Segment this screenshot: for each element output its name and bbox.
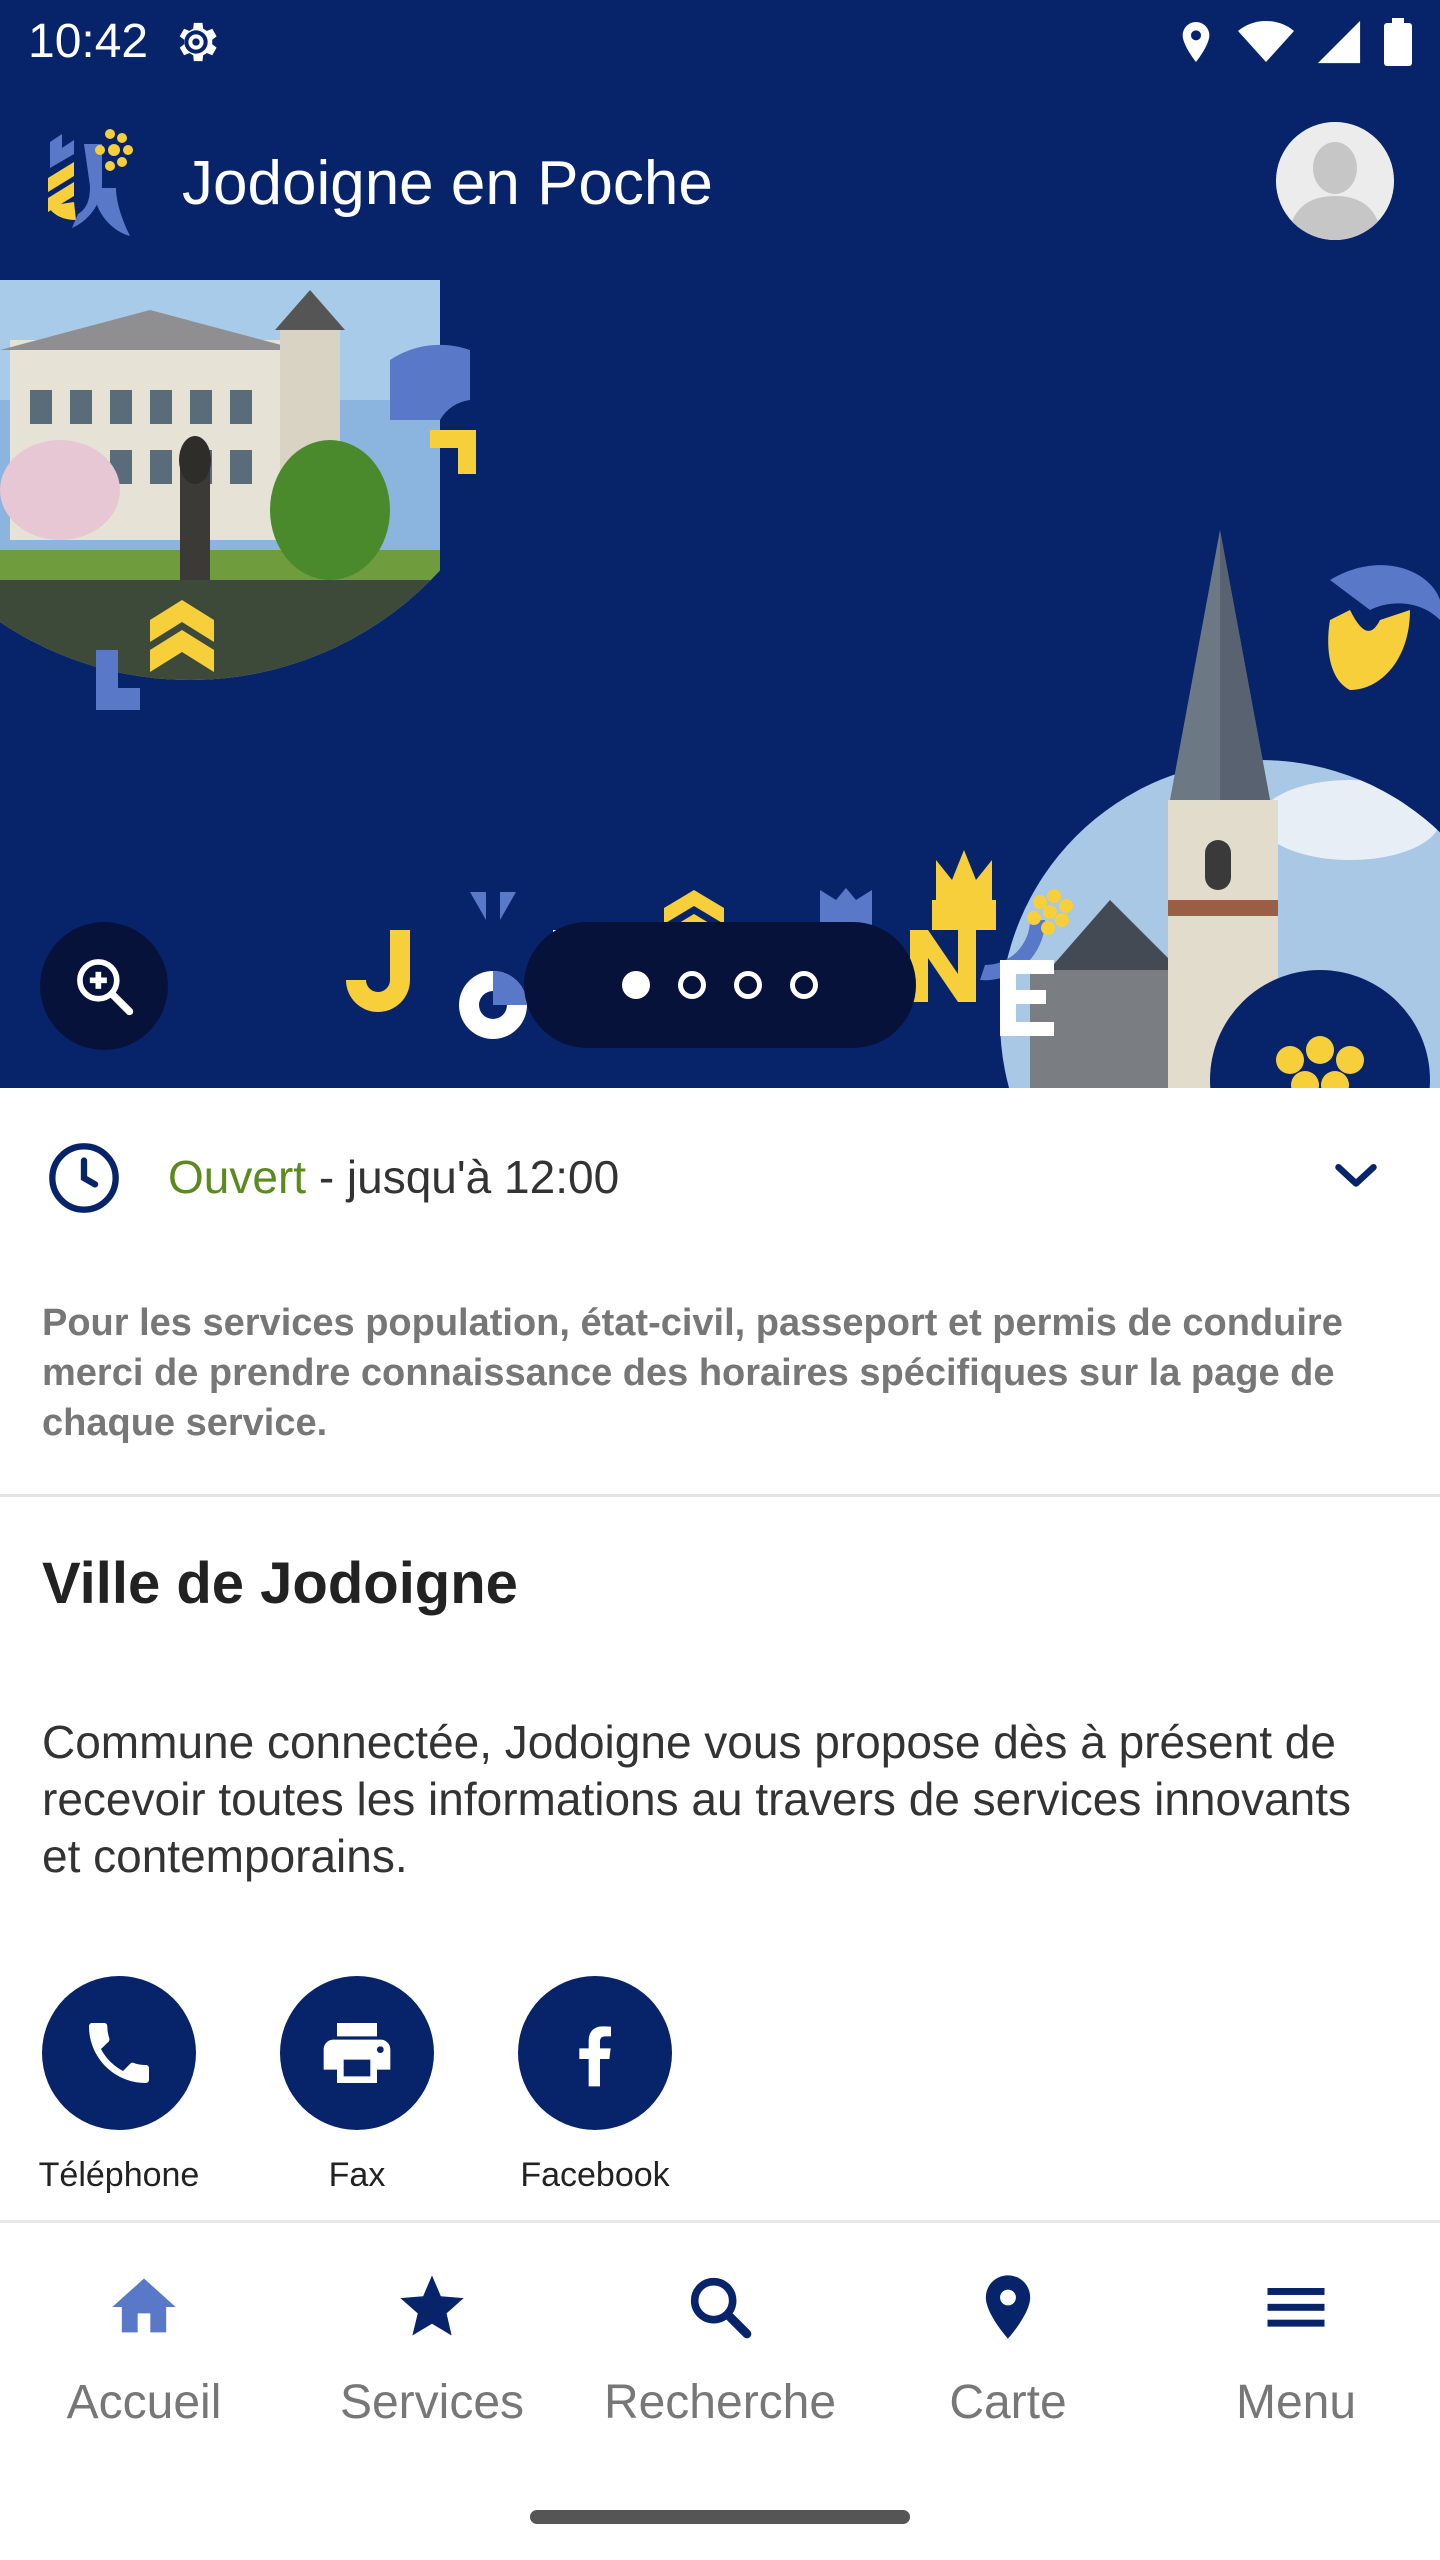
nav-label: Menu [1235, 2376, 1357, 2429]
contact-fax[interactable]: Fax [257, 1976, 457, 2196]
fax-button[interactable] [280, 1976, 434, 2130]
opening-hours-row[interactable]: Ouvert - jusqu'à 12:00 [0, 1088, 1440, 1258]
printer-icon [323, 2023, 391, 2083]
nav-label: Accueil [66, 2376, 222, 2429]
nav-label: Carte [949, 2376, 1067, 2429]
app-title: Jodoigne en Poche [182, 149, 713, 218]
home-icon [112, 2278, 176, 2333]
search-icon [690, 2277, 752, 2339]
telephone-button[interactable] [42, 1976, 196, 2130]
zoom-in-icon [77, 959, 134, 1016]
status-time: 10:42 [28, 15, 149, 68]
user-avatar-button[interactable] [1276, 122, 1394, 240]
contact-telephone[interactable]: Téléphone [19, 1976, 219, 2196]
settings-gear-icon [179, 22, 217, 62]
star-icon [400, 2275, 464, 2336]
jodoigne-logo [48, 129, 133, 236]
hours-status: Ouvert [168, 1151, 307, 1203]
hero-carousel[interactable] [0, 280, 1440, 1088]
menu-icon [1267, 2288, 1325, 2327]
nav-item-menu[interactable]: Menu [1152, 2223, 1440, 2503]
status-icons [1176, 14, 1412, 70]
section-title: Ville de Jodoigne [42, 1551, 518, 1616]
carousel-dot[interactable] [790, 971, 818, 999]
facebook-icon [579, 2026, 611, 2087]
service-hours-notice: Pour les services population, état-civil… [42, 1302, 1343, 1444]
zoom-button[interactable] [40, 922, 168, 1050]
location-pin-icon [985, 2275, 1031, 2339]
contact-label: Fax [328, 2156, 386, 2194]
nav-item-accueil[interactable]: Accueil [0, 2223, 288, 2503]
app-screen: 10:42 Jodoigne en Poche Ouvert - jusqu'à… [0, 0, 1440, 2560]
location-status-icon [1182, 22, 1210, 62]
carousel-indicator [524, 922, 916, 1048]
contact-facebook[interactable]: Facebook [495, 1976, 695, 2196]
carousel-dot[interactable] [622, 971, 650, 999]
facebook-button[interactable] [518, 1976, 672, 2130]
contact-label: Facebook [520, 2156, 670, 2194]
wifi-icon [1238, 21, 1294, 62]
carousel-dot[interactable] [734, 971, 762, 999]
app-bar: Jodoigne en Poche [0, 82, 1440, 280]
nav-label: Recherche [603, 2376, 837, 2429]
bottom-navigation: Accueil Services Recherche Carte Menu [0, 2223, 1440, 2503]
hours-text: Ouvert - jusqu'à 12:00 [168, 1148, 619, 1206]
hours-detail: - jusqu'à 12:00 [306, 1151, 620, 1203]
clock-icon [49, 1143, 119, 1213]
status-bar: 10:42 [0, 0, 1440, 82]
nav-item-recherche[interactable]: Recherche [576, 2223, 864, 2503]
section-description: Commune connectée, Jodoigne vous propose… [42, 1716, 1352, 1882]
contact-label: Téléphone [38, 2156, 200, 2194]
home-indicator[interactable] [530, 2510, 910, 2524]
section-divider [0, 1494, 1440, 1497]
user-avatar-icon [1276, 122, 1394, 240]
nav-item-services[interactable]: Services [288, 2223, 576, 2503]
phone-icon [89, 2023, 149, 2083]
signal-icon [1317, 20, 1361, 64]
battery-icon [1384, 18, 1412, 66]
carousel-dot[interactable] [678, 971, 706, 999]
nav-label: Services [339, 2376, 525, 2429]
nav-item-carte[interactable]: Carte [864, 2223, 1152, 2503]
chevron-down-icon[interactable] [1326, 1146, 1386, 1206]
